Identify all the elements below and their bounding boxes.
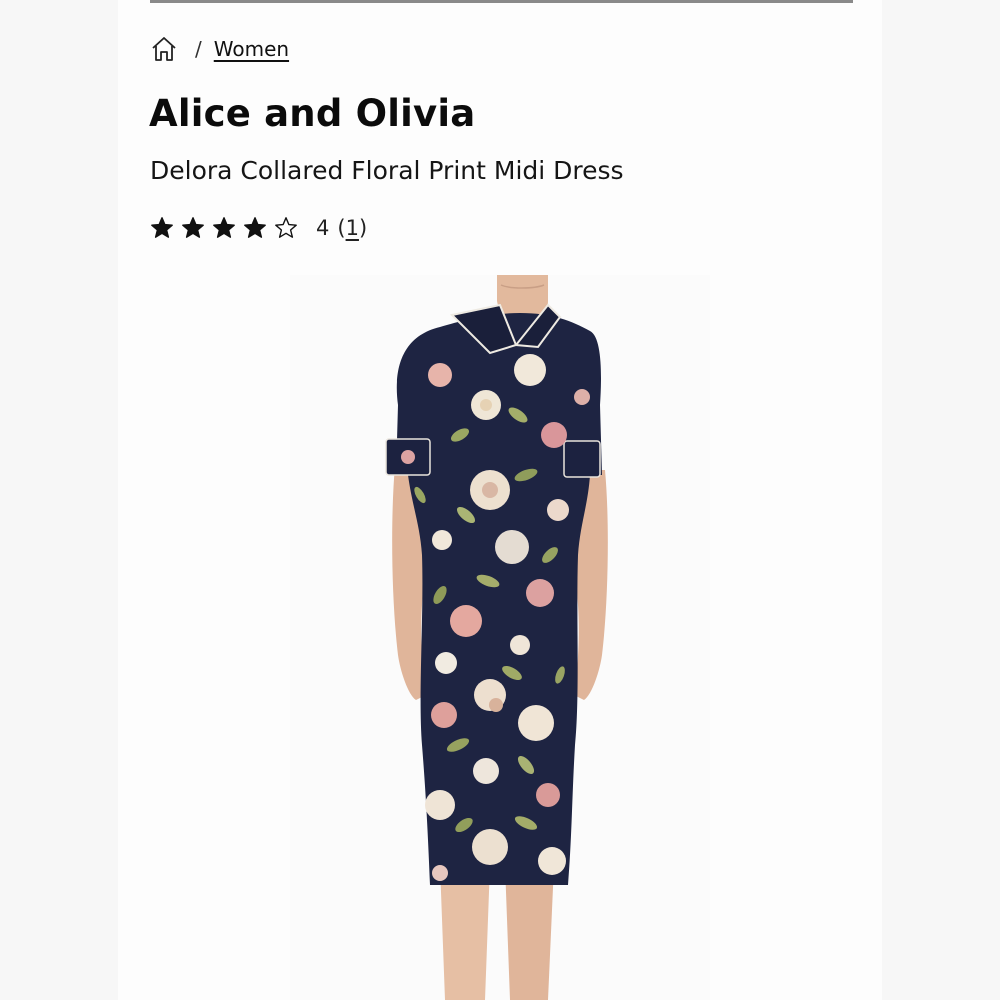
- header-divider: [150, 0, 853, 3]
- brand-name[interactable]: Alice and Olivia: [149, 92, 475, 135]
- product-page: / Women Alice and Olivia Delora Collared…: [0, 0, 1000, 1000]
- star-filled-icon: [243, 216, 267, 240]
- breadcrumb-link-women[interactable]: Women: [214, 37, 289, 61]
- product-rating[interactable]: 4 (1): [150, 210, 367, 246]
- review-count[interactable]: (1): [337, 216, 367, 240]
- review-count-link[interactable]: 1: [346, 216, 359, 240]
- dress-photo-illustration: [385, 275, 608, 1000]
- star-rating: [150, 216, 298, 240]
- close-paren: ): [358, 216, 368, 240]
- star-filled-icon: [181, 216, 205, 240]
- star-empty-icon: [274, 216, 298, 240]
- star-filled-icon: [212, 216, 236, 240]
- breadcrumb: / Women: [150, 32, 289, 66]
- home-icon[interactable]: [150, 35, 178, 63]
- star-filled-icon: [150, 216, 174, 240]
- product-title: Delora Collared Floral Print Midi Dress: [150, 156, 624, 185]
- breadcrumb-separator: /: [195, 37, 202, 61]
- product-image[interactable]: [290, 275, 710, 1000]
- open-paren: (: [337, 216, 346, 240]
- rating-value: 4: [316, 216, 330, 240]
